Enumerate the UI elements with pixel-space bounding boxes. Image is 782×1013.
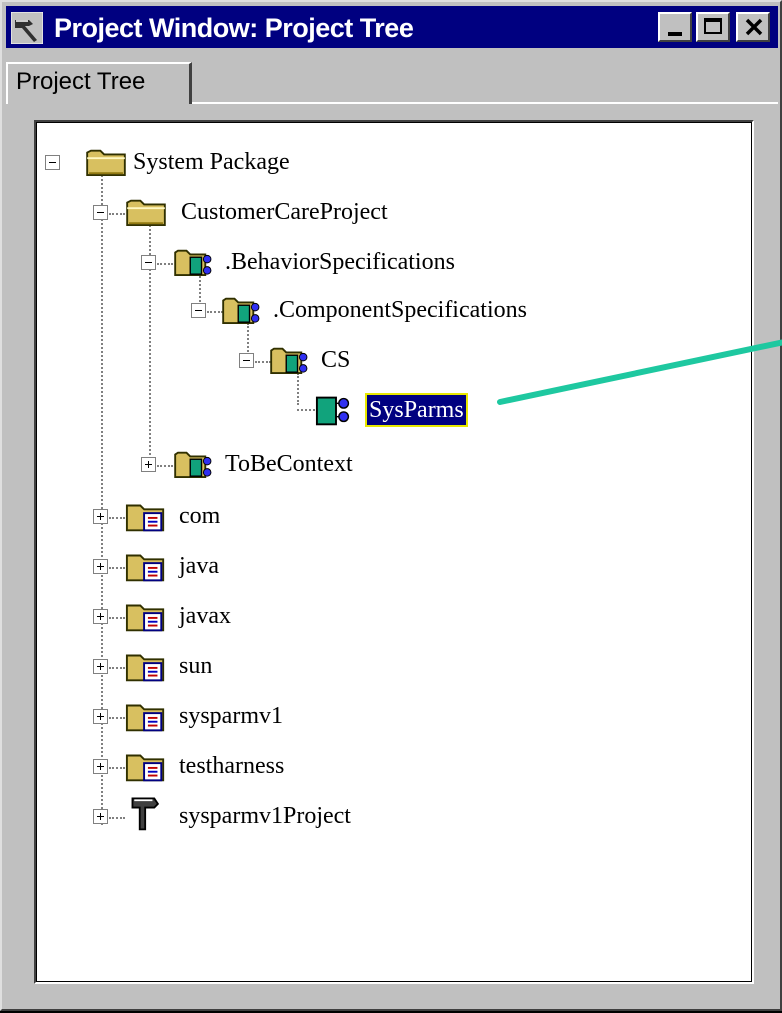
callout-arrow: [497, 339, 782, 405]
project-window: Project Window: Project Tree Project Tre…: [0, 0, 782, 1011]
